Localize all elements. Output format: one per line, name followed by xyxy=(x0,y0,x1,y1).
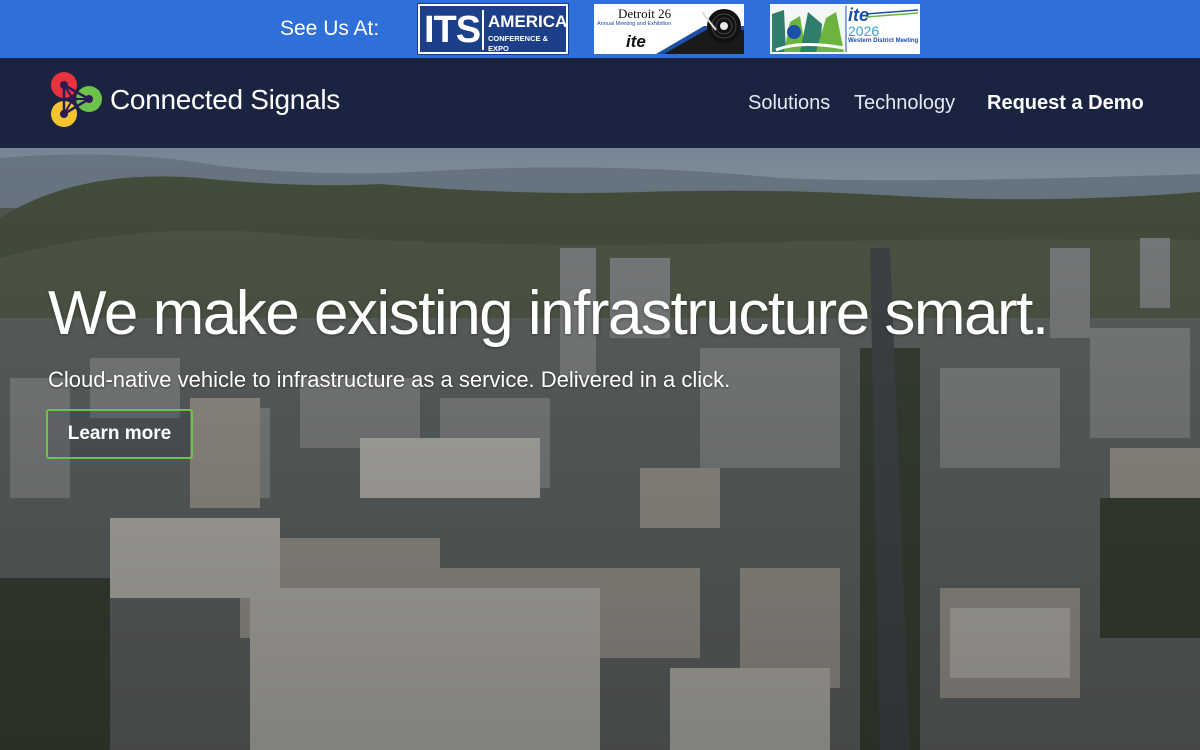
events-bar: See Us At: ITS AMERICA CONFERENCE & EXPO… xyxy=(0,0,1200,58)
brand-home-link[interactable]: Connected Signals xyxy=(48,70,348,130)
main-navbar: Connected Signals Solutions Technology R… xyxy=(0,58,1200,148)
western-logo-year: 2026 xyxy=(848,23,880,39)
hero-subtitle: Cloud-native vehicle to infrastructure a… xyxy=(48,367,731,392)
brand-name: Connected Signals xyxy=(110,84,340,115)
hero-title: We make existing infrastructure smart. xyxy=(48,279,1049,348)
connected-signals-logo-icon xyxy=(51,72,102,127)
detroit-ite-logo[interactable]: Detroit 26 Annual Meeting and Exhibition… xyxy=(594,4,744,54)
events-label: See Us At: xyxy=(280,17,380,40)
learn-more-button[interactable]: Learn more xyxy=(46,409,193,459)
nav-link-solutions[interactable]: Solutions xyxy=(748,92,830,115)
detroit-vinyl-graphic xyxy=(656,9,744,54)
western-district-graphic xyxy=(770,4,919,54)
ite-western-district-logo[interactable]: ite 2026 Western District Meeting xyxy=(770,4,920,54)
its-logo-text: ITS xyxy=(424,9,481,51)
nav-link-technology[interactable]: Technology xyxy=(854,92,955,115)
its-america-logo[interactable]: ITS AMERICA CONFERENCE & EXPO xyxy=(417,3,569,55)
its-logo-line2: CONFERENCE & EXPO xyxy=(488,34,549,53)
hero-section: We make existing infrastructure smart. C… xyxy=(0,148,1200,750)
nav-link-request-demo[interactable]: Request a Demo xyxy=(987,92,1144,115)
its-logo-divider xyxy=(482,10,484,50)
western-logo-subtitle: Western District Meeting xyxy=(848,38,919,44)
its-logo-line1: AMERICA xyxy=(488,12,568,31)
